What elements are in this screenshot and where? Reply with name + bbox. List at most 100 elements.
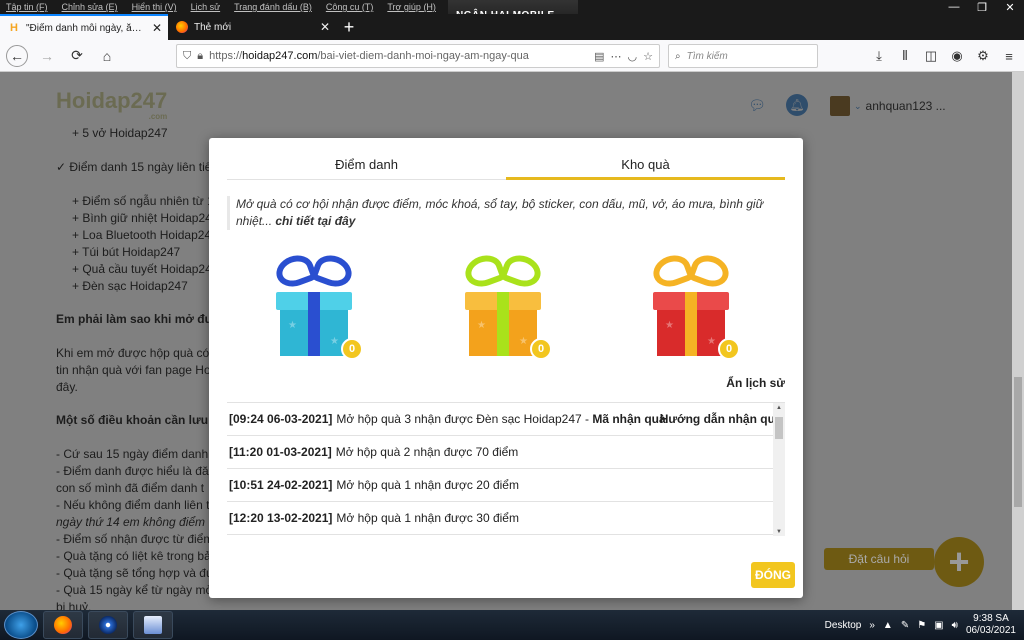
tab-new[interactable]: Thẻ mới ✕ [168,14,336,40]
flag-icon[interactable]: ⚑ [917,620,926,631]
article-line: Khi em mở được hộp quà có [56,346,210,360]
hide-history-button[interactable]: Ẩn lịch sử [726,376,785,390]
arrow-right-icon: → [40,47,54,64]
article-line: + Quả cầu tuyết Hoidap24 [72,262,212,276]
article-line: tin nhận quà với fan page Ho [56,363,211,377]
home-icon: ⌂ [102,47,112,64]
menu-history[interactable]: Lịch sử [191,2,221,12]
menu-bookmarks[interactable]: Trang đánh dấu (B) [234,2,312,12]
reload-icon: ⟳ [71,47,83,63]
gift-intro: Mở quà có cơ hội nhận được điểm, móc kho… [227,196,767,230]
reload-button[interactable]: ⟳ [66,45,88,67]
scroll-down-icon[interactable]: ▼ [773,529,785,535]
hoidap-favicon-icon: H [10,22,18,34]
tab-close-icon[interactable]: ✕ [320,20,330,34]
search-input[interactable]: Tìm kiếm [687,51,728,62]
extension-icon[interactable]: ⚙ [974,45,992,67]
menu-file[interactable]: Tập tin (F) [6,2,48,12]
menu-bar: Tập tin (F) Chỉnh sửa (E) Hiển thị (V) L… [0,0,1024,40]
site-logo[interactable]: Hoidap247 .com [56,88,167,121]
lock-icon[interactable]: 🔒︎ [197,50,203,63]
taskbar-firefox[interactable] [43,611,83,639]
article-line: đây. [56,380,78,394]
back-button[interactable]: ← [6,44,28,67]
bell-icon[interactable]: 🔔︎ [786,94,808,116]
gift-bow-icon [649,250,695,292]
history-scrollbar[interactable]: ▲ ▼ [773,403,785,536]
chat-icon[interactable]: 💬︎ [746,94,768,116]
hamburger-menu-icon[interactable]: ≡ [1000,45,1018,67]
menu-help[interactable]: Trợ giúp (H) [387,2,436,12]
forward-button[interactable]: → [36,45,58,67]
gift-count-badge: 0 [341,338,363,360]
menu-view[interactable]: Hiển thị (V) [132,2,177,12]
history-text: Mở hộp quà 1 nhận được 30 điểm [336,511,519,525]
article-line: ngày thứ 14 em không điểm [56,515,206,529]
network-icon[interactable]: ▣ [934,620,943,631]
minimize-button[interactable]: — [940,0,968,14]
shield-icon[interactable]: ⛉ [183,50,191,63]
scrollbar-thumb[interactable] [775,417,783,439]
article-line: - Cứ sau 15 ngày điểm danh, [56,447,212,461]
restore-button[interactable]: ❐ [968,0,996,14]
article-line: - Quà tặng sẽ tổng hợp và đư [56,566,214,580]
gift-box-1[interactable]: ★ ★ 0 [264,250,364,364]
tab-close-icon[interactable]: ✕ [152,21,162,35]
gift-count-badge: 0 [718,338,740,360]
article-line: - Quà tặng có liệt kê trong bả [56,549,211,563]
sidebar-icon[interactable]: ◫ [922,45,940,67]
history-row: [09:24 06-03-2021] Mở hộp quà 3 nhận đượ… [227,403,773,436]
article-line: con số mình đã điểm danh t [56,481,205,495]
tab-hoidap[interactable]: H "Điểm danh mỗi ngày, ẵm ngày quà" ✕ [0,14,168,40]
ask-question-button[interactable]: Đặt câu hỏi [824,548,934,570]
window-close-button[interactable]: ✕ [996,0,1024,14]
pocket-icon[interactable]: ◡ [628,50,638,63]
taskbar-app-3[interactable] [133,611,173,639]
search-bar[interactable]: ⌕ Tìm kiếm [668,44,818,68]
tray-expand-icon[interactable]: ▲ [883,620,893,631]
plus-icon[interactable]: + [934,537,984,587]
chevron-right-icon[interactable]: » [869,620,875,631]
avatar [830,96,850,116]
more-actions-icon[interactable]: ⋯ [611,50,622,63]
article-line: + 5 vở Hoidap247 [72,126,168,140]
details-link[interactable]: chi tiết tại đây [275,214,355,228]
account-icon[interactable]: ◉ [948,45,966,67]
pen-icon[interactable]: ✎ [901,620,909,631]
url-text[interactable]: https://hoidap247.com/bai-viet-diem-danh… [209,50,588,62]
tab-checkin[interactable]: Điểm danh [227,152,506,180]
taskbar-app-2[interactable] [88,611,128,639]
gift-bow-icon [461,250,507,292]
volume-icon[interactable]: 🔊︎ [952,620,958,631]
start-button[interactable] [4,611,38,639]
tab-bar: H "Điểm danh mỗi ngày, ẵm ngày quà" ✕ Th… [0,14,1024,40]
article-line: - Điểm số nhận được từ điểm [56,532,214,546]
menu-tools[interactable]: Công cụ (T) [326,2,374,12]
gift-box-3[interactable]: ★ ★ 0 [641,250,741,364]
home-button[interactable]: ⌂ [96,45,118,67]
modal-tabs: Điểm danh Kho quà [227,152,785,180]
redeem-code-link[interactable]: Mã nhận quà [592,412,665,426]
close-modal-button[interactable]: ĐÓNG [751,562,795,588]
reader-view-icon[interactable]: ▤ [594,50,604,63]
nav-bar: ← → ⟳ ⌂ ⛉ 🔒︎ https://hoidap247.com/bai-v… [0,40,1024,72]
bookmark-star-icon[interactable]: ☆ [643,50,653,63]
library-icon[interactable]: ⫴ [896,45,914,67]
gift-box-2[interactable]: ★ ★ 0 [453,250,553,364]
new-tab-button[interactable]: + [336,14,362,40]
tab-gift-store[interactable]: Kho quà [506,152,785,180]
menu-edit[interactable]: Chỉnh sửa (E) [62,2,118,12]
user-menu[interactable]: ⌄ anhquan123 ... [830,96,946,116]
clock[interactable]: 9:38 SA 06/03/2021 [966,613,1016,637]
page-scrollbar[interactable] [1012,72,1024,610]
disc-icon [99,616,117,634]
scroll-up-icon[interactable]: ▲ [773,405,785,411]
article-line: + Bình giữ nhiệt Hoidap24 [72,211,212,225]
redeem-guide-link[interactable]: Hướng dẫn nhận quà [660,412,773,426]
history-list: [09:24 06-03-2021] Mở hộp quà 3 nhận đượ… [227,402,785,536]
desktop-toolbar-label[interactable]: Desktop [825,620,862,631]
scrollbar-thumb[interactable] [1014,377,1022,507]
download-icon[interactable]: ⤓ [870,45,888,67]
firefox-icon [54,616,72,634]
url-bar[interactable]: ⛉ 🔒︎ https://hoidap247.com/bai-viet-diem… [176,44,660,68]
